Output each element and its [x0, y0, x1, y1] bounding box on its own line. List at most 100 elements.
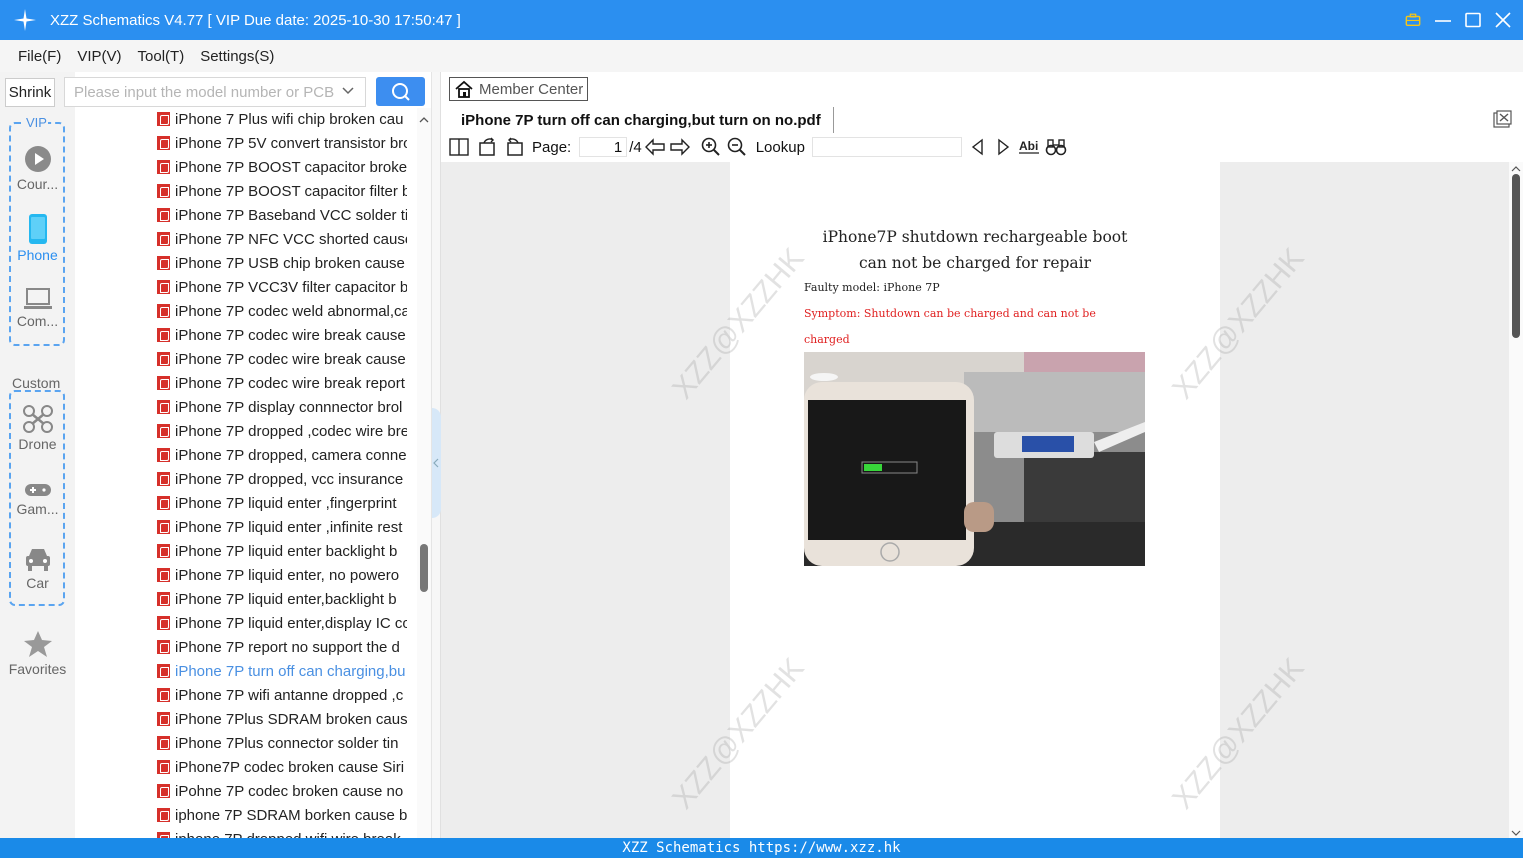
- file-list-item[interactable]: iPhone 7P BOOST capacitor filter b: [157, 179, 407, 203]
- menu-tool[interactable]: Tool(T): [138, 48, 185, 65]
- file-name: iPhone 7P liquid enter backlight b: [175, 542, 398, 560]
- maximize-button[interactable]: [1465, 8, 1481, 32]
- viewer-toolbar: Page: 1 /4 Lookup Abi: [441, 134, 1523, 160]
- find-next-icon[interactable]: [995, 138, 1011, 156]
- gamepad-icon: [24, 484, 51, 496]
- file-list-scrollbar[interactable]: [417, 108, 431, 838]
- file-name: iPhone 7P liquid enter, no powero: [175, 566, 400, 584]
- file-list-item[interactable]: iPhone 7P liquid enter, no powero: [157, 563, 407, 587]
- minimize-button[interactable]: [1435, 8, 1451, 32]
- lookup-input[interactable]: [811, 137, 962, 157]
- file-list-item[interactable]: iPhone 7Plus SDRAM broken caus: [157, 707, 407, 731]
- next-page-icon[interactable]: [670, 138, 690, 156]
- file-list-item[interactable]: iPhone 7P USB chip broken cause: [157, 251, 407, 275]
- file-name: iPhone 7P liquid enter ,infinite rest: [175, 518, 403, 536]
- pdf-file-icon: [157, 352, 170, 366]
- app-logo-icon: [14, 9, 36, 31]
- file-list-item[interactable]: iPhone 7 Plus wifi chip broken cau: [157, 107, 407, 131]
- document-title-line1: iPhone7P shutdown rechargeable boot: [822, 228, 1128, 246]
- pdf-file-icon: [157, 616, 170, 630]
- pdf-file-icon: [157, 496, 170, 510]
- file-list-item[interactable]: iPhone 7P BOOST capacitor broken: [157, 155, 407, 179]
- file-list-item[interactable]: iPhone 7P report no support the d: [157, 635, 407, 659]
- close-button[interactable]: [1495, 8, 1511, 32]
- file-list-item[interactable]: iPhone 7P liquid enter ,infinite rest: [157, 515, 407, 539]
- scroll-up-icon[interactable]: [417, 114, 431, 126]
- find-previous-icon[interactable]: [970, 138, 986, 156]
- file-list-item[interactable]: iPohne 7P codec broken cause no: [157, 779, 407, 803]
- pdf-file-icon: [157, 448, 170, 462]
- file-list-item[interactable]: iPhone 7Plus connector solder tin: [157, 731, 407, 755]
- file-name: iPhone 7P codec wire break cause: [175, 326, 406, 344]
- pdf-file-icon: [157, 328, 170, 342]
- file-name: iPhone 7P wifi antanne dropped ,c: [175, 686, 404, 704]
- page-number-input[interactable]: 1: [579, 137, 628, 157]
- toggle-sidebar-icon[interactable]: [449, 138, 469, 156]
- search-input[interactable]: Please input the model number or PCB: [64, 77, 366, 107]
- file-list-item[interactable]: iPhone 7P liquid enter,backlight b: [157, 587, 407, 611]
- close-document-icon[interactable]: [1493, 110, 1512, 128]
- file-list-item[interactable]: iPhone 7P VCC3V filter capacitor b: [157, 275, 407, 299]
- file-list-item[interactable]: iPhone 7P liquid enter ,fingerprint: [157, 491, 407, 515]
- nav-item-favorites[interactable]: Favorites: [0, 630, 75, 677]
- pdf-file-icon: [157, 280, 170, 294]
- zoom-in-icon[interactable]: [701, 137, 721, 157]
- file-list-item[interactable]: iPhone 7P dropped ,codec wire bre: [157, 419, 407, 443]
- match-case-icon[interactable]: Abi: [1018, 138, 1039, 156]
- viewer-scrollbar[interactable]: [1509, 162, 1523, 838]
- menu-vip[interactable]: VIP(V): [77, 48, 121, 65]
- member-center-button[interactable]: Member Center: [449, 77, 588, 101]
- nav-label-car: Car: [26, 575, 49, 591]
- file-list-item[interactable]: iPhone 7P dropped, vcc insurance: [157, 467, 407, 491]
- window-title: XZZ Schematics V4.77 [ VIP Due date: 202…: [50, 11, 461, 29]
- search-button[interactable]: [376, 77, 425, 106]
- file-name: iPhone 7Plus connector solder tin: [175, 734, 399, 752]
- file-list-item[interactable]: iPhone 7P wifi antanne dropped ,c: [157, 683, 407, 707]
- shrink-button[interactable]: Shrink: [5, 78, 55, 107]
- file-list-item[interactable]: iPhone 7P turn off can charging,bu: [157, 659, 407, 683]
- previous-page-icon[interactable]: [644, 138, 665, 156]
- file-list-item[interactable]: iPhone 7P NFC VCC shorted cause: [157, 227, 407, 251]
- rotate-right-icon[interactable]: [504, 137, 524, 157]
- nav-item-computer[interactable]: Com...: [0, 288, 75, 329]
- file-list-item[interactable]: iPhone 7P 5V convert transistor bro: [157, 131, 407, 155]
- file-list-item[interactable]: iPhone 7P display connnector brol: [157, 395, 407, 419]
- chevron-down-icon[interactable]: [341, 84, 355, 98]
- file-list-item[interactable]: iPhone 7P Baseband VCC solder tin: [157, 203, 407, 227]
- document-tab[interactable]: iPhone 7P turn off can charging,but turn…: [449, 107, 834, 133]
- collapse-handle[interactable]: [432, 408, 441, 518]
- viewer-scroll-thumb[interactable]: [1512, 174, 1520, 338]
- nav-item-course[interactable]: Cour...: [0, 145, 75, 192]
- file-name: iPhone 7P liquid enter,backlight b: [175, 590, 397, 608]
- file-list-item[interactable]: iPhone 7P dropped, camera conne: [157, 443, 407, 467]
- rotate-left-icon[interactable]: [478, 137, 498, 157]
- nav-label-computer: Com...: [16, 313, 59, 329]
- file-list-item[interactable]: iPhone7P codec broken cause Siri: [157, 755, 407, 779]
- pdf-viewer[interactable]: iPhone7P shutdown rechargeable boot can …: [441, 162, 1509, 838]
- briefcase-icon[interactable]: [1405, 8, 1421, 32]
- file-list-item[interactable]: iphone 7P SDRAM borken cause b: [157, 803, 407, 827]
- title-bar: XZZ Schematics V4.77 [ VIP Due date: 202…: [0, 0, 1523, 40]
- nav-item-game[interactable]: Gam...: [0, 482, 75, 517]
- scroll-thumb[interactable]: [420, 544, 428, 592]
- file-list-item[interactable]: iPhone 7P liquid enter backlight b: [157, 539, 407, 563]
- repair-photo: [804, 352, 1145, 566]
- scroll-down-icon[interactable]: [1509, 828, 1523, 838]
- file-list-item[interactable]: iPhone 7P codec wire break cause: [157, 323, 407, 347]
- nav-item-drone[interactable]: Drone: [0, 405, 75, 452]
- file-list-item[interactable]: iPhone 7P codec weld abnormal,ca: [157, 299, 407, 323]
- file-list-item[interactable]: iPhone 7P codec wire break report: [157, 371, 407, 395]
- pdf-file-icon: [157, 688, 170, 702]
- menu-settings[interactable]: Settings(S): [200, 48, 274, 65]
- file-name: iPhone 7P BOOST capacitor filter b: [175, 182, 407, 200]
- binoculars-icon[interactable]: [1045, 138, 1067, 156]
- pdf-file-icon: [157, 760, 170, 774]
- zoom-out-icon[interactable]: [727, 137, 747, 157]
- scroll-up-icon[interactable]: [1509, 164, 1523, 174]
- nav-item-phone[interactable]: Phone: [0, 214, 75, 263]
- file-list-item[interactable]: iPhone 7P codec wire break cause: [157, 347, 407, 371]
- menu-file[interactable]: File(F): [18, 48, 61, 65]
- panel-splitter[interactable]: [431, 72, 441, 838]
- file-list-item[interactable]: iPhone 7P liquid enter,display IC co: [157, 611, 407, 635]
- nav-item-car[interactable]: Car: [0, 546, 75, 591]
